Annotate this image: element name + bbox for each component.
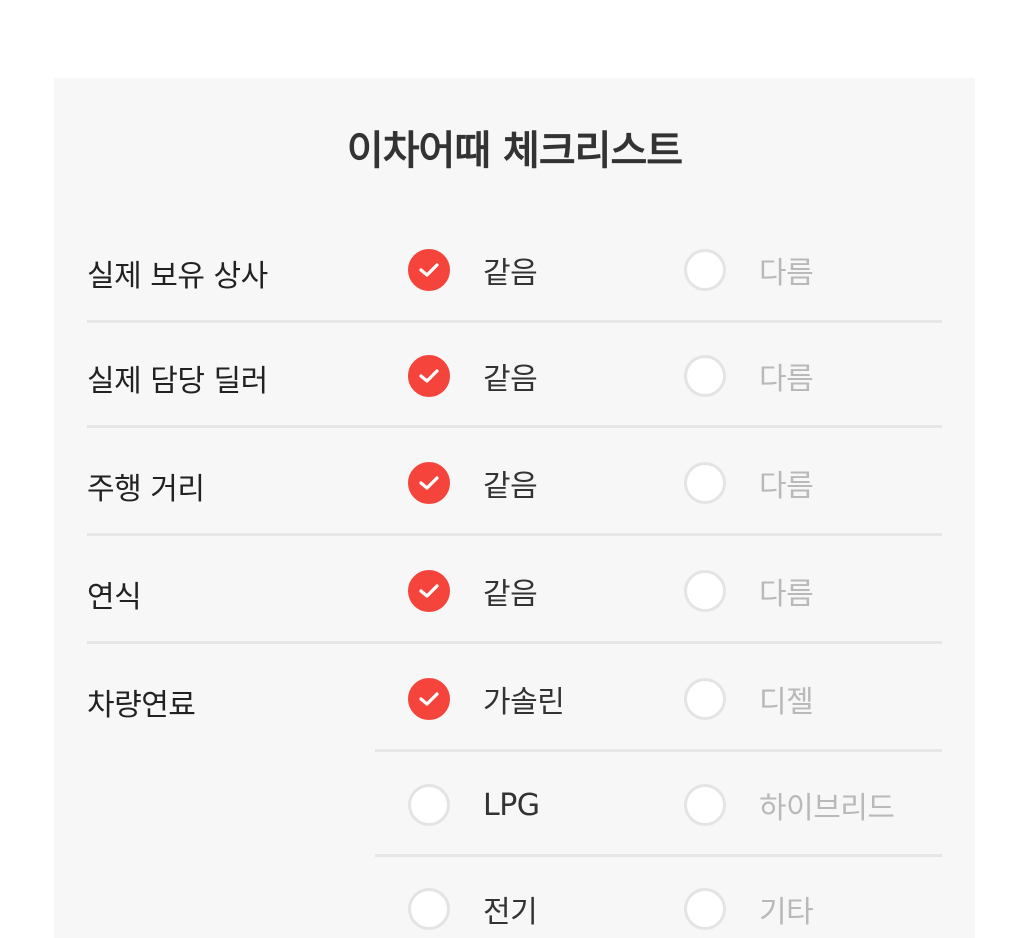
- option-label: 디젤: [759, 685, 814, 720]
- row-divider: [87, 425, 942, 428]
- check-icon: [419, 584, 439, 598]
- option-label: 같음: [483, 577, 538, 612]
- check-icon: [419, 263, 439, 277]
- check-icon: [419, 692, 439, 706]
- option-label: 전기: [483, 895, 538, 930]
- option-label: 다름: [759, 256, 814, 291]
- radio-checked[interactable]: [408, 249, 450, 291]
- option-same-dealer[interactable]: 같음: [408, 354, 538, 398]
- radio-unchecked[interactable]: [684, 355, 726, 397]
- option-label: 하이브리드: [759, 791, 895, 826]
- radio-unchecked[interactable]: [684, 784, 726, 826]
- option-fuel-lpg[interactable]: LPG: [408, 783, 540, 827]
- row-label-year: 연식: [87, 580, 142, 615]
- radio-unchecked[interactable]: [684, 678, 726, 720]
- radio-unchecked[interactable]: [684, 888, 726, 930]
- option-label: 같음: [483, 362, 538, 397]
- radio-unchecked[interactable]: [408, 784, 450, 826]
- option-label: 같음: [483, 469, 538, 504]
- row-divider: [87, 533, 942, 536]
- option-fuel-electric[interactable]: 전기: [408, 887, 538, 931]
- row-divider: [87, 641, 942, 644]
- option-label: 가솔린: [483, 685, 565, 720]
- option-same-mileage[interactable]: 같음: [408, 461, 538, 505]
- option-different-mileage[interactable]: 다름: [684, 461, 814, 505]
- option-fuel-diesel[interactable]: 디젤: [684, 677, 814, 721]
- option-fuel-gasoline[interactable]: 가솔린: [408, 677, 565, 721]
- option-same-dealer-shop[interactable]: 같음: [408, 248, 538, 292]
- radio-unchecked[interactable]: [408, 888, 450, 930]
- option-different-dealer-shop[interactable]: 다름: [684, 248, 814, 292]
- radio-checked[interactable]: [408, 462, 450, 504]
- checklist-title: 이차어때 체크리스트: [346, 128, 683, 174]
- row-label-dealer-shop: 실제 보유 상사: [87, 259, 268, 294]
- row-divider: [87, 320, 942, 323]
- sub-divider: [375, 854, 942, 857]
- sub-divider: [375, 749, 942, 752]
- option-fuel-other[interactable]: 기타: [684, 887, 814, 931]
- option-label: 다름: [759, 577, 814, 612]
- radio-unchecked[interactable]: [684, 570, 726, 612]
- radio-unchecked[interactable]: [684, 249, 726, 291]
- option-label: LPG: [483, 787, 540, 823]
- row-label-fuel: 차량연료: [87, 688, 196, 723]
- option-label: 기타: [759, 895, 814, 930]
- option-label: 다름: [759, 469, 814, 504]
- radio-checked[interactable]: [408, 355, 450, 397]
- radio-checked[interactable]: [408, 678, 450, 720]
- radio-checked[interactable]: [408, 570, 450, 612]
- option-label: 다름: [759, 362, 814, 397]
- option-label: 같음: [483, 256, 538, 291]
- option-same-year[interactable]: 같음: [408, 569, 538, 613]
- checklist-card: 이차어때 체크리스트 실제 보유 상사 같음 다름 실제 담당 딜러 같음 다름…: [54, 78, 975, 938]
- option-different-year[interactable]: 다름: [684, 569, 814, 613]
- radio-unchecked[interactable]: [684, 462, 726, 504]
- check-icon: [419, 476, 439, 490]
- row-label-mileage: 주행 거리: [87, 472, 205, 507]
- check-icon: [419, 369, 439, 383]
- option-different-dealer[interactable]: 다름: [684, 354, 814, 398]
- option-fuel-hybrid[interactable]: 하이브리드: [684, 783, 895, 827]
- row-label-dealer: 실제 담당 딜러: [87, 364, 268, 399]
